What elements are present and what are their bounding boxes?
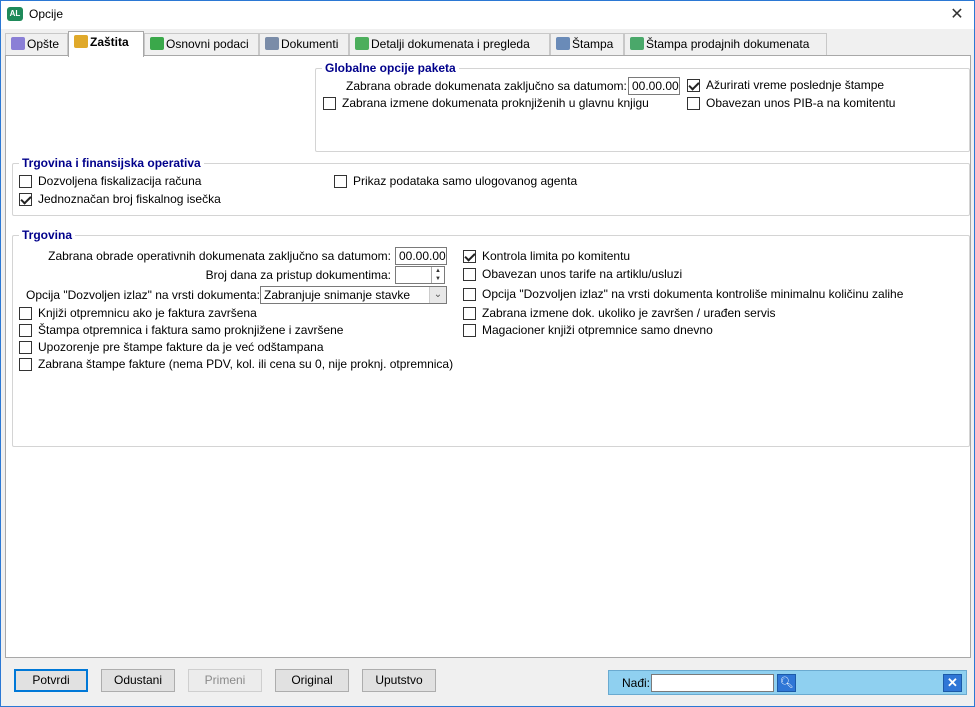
right-check-4[interactable]: Magacioner knjiži otpremnice samo dnevno: [463, 323, 713, 337]
window-title: Opcije: [29, 7, 64, 21]
checkbox-box[interactable]: [687, 96, 700, 110]
lock-icon: [74, 35, 88, 48]
checkbox-box[interactable]: [19, 306, 32, 320]
tab-label: Štampa prodajnih dokumenata: [646, 37, 810, 51]
document-list-icon: [355, 37, 369, 50]
printer-icon: [556, 37, 570, 50]
left-check-2[interactable]: Upozorenje pre štampe fakture da je već …: [19, 340, 324, 354]
lock-date-input[interactable]: 00.00.00: [628, 77, 680, 95]
exit-option-value: Zabranjuje snimanje stavke: [264, 288, 411, 302]
spin-arrows-icon[interactable]: ▲ ▼: [431, 267, 444, 283]
tab-label: Dokumenti: [281, 37, 339, 51]
find-bar: Nađi: 🔍︎ ✕: [608, 670, 967, 695]
days-access-label: Broj dana za pristup dokumentima:: [205, 268, 391, 282]
group-title-global: Globalne opcije paketa: [322, 61, 459, 75]
fiscalization-checkbox[interactable]: Dozvoljena fiskalizacija računa: [19, 174, 201, 188]
gear-icon: [11, 37, 25, 50]
checkbox-label: Ažurirati vreme poslednje štampe: [706, 78, 885, 92]
forbid-posted-edit-checkbox[interactable]: Zabrana izmene dokumenata proknjiženih u…: [323, 96, 649, 110]
op-lock-date-input[interactable]: 00.00.00: [395, 247, 447, 265]
checkbox-box[interactable]: [463, 306, 476, 320]
checkbox-label: Štampa otpremnica i faktura samo proknji…: [38, 323, 344, 337]
left-check-0[interactable]: Knjiži otpremnicu ako je faktura završen…: [19, 306, 257, 320]
tab-opste[interactable]: Opšte: [5, 33, 68, 56]
tab-stampa-prodajnih[interactable]: Štampa prodajnih dokumenata: [624, 33, 827, 56]
folders-icon: [150, 37, 164, 50]
apply-button[interactable]: Primeni: [188, 669, 262, 692]
checkbox-box[interactable]: [334, 174, 347, 188]
group-title-trade: Trgovina: [19, 228, 76, 242]
close-icon[interactable]: ✕: [943, 674, 962, 692]
checkbox-box[interactable]: [19, 340, 32, 354]
checkbox-label: Dozvoljena fiskalizacija računa: [38, 174, 202, 188]
checkbox-box[interactable]: [687, 78, 700, 92]
checkbox-label: Kontrola limita po komitentu: [482, 249, 631, 263]
checkbox-label: Obavezan unos PIB-a na komitentu: [706, 96, 896, 110]
confirm-button[interactable]: Potvrdi: [14, 669, 88, 692]
right-check-2[interactable]: Opcija "Dozvoljen izlaz" na vrsti dokume…: [463, 287, 903, 301]
close-window-icon[interactable]: ✕: [940, 1, 974, 29]
right-check-1[interactable]: Obavezan unos tarife na artiklu/usluzi: [463, 267, 682, 281]
checkbox-label: Obavezan unos tarife na artiklu/usluzi: [482, 267, 683, 281]
help-button[interactable]: Uputstvo: [362, 669, 436, 692]
exit-option-label: Opcija "Dozvoljen izlaz" na vrsti dokume…: [26, 288, 260, 302]
tab-label: Opšte: [27, 37, 60, 51]
tab-dokumenti[interactable]: Dokumenti: [259, 33, 349, 56]
checkbox-box[interactable]: [19, 174, 32, 188]
options-window: AL Opcije ✕ Opšte Zaštita Osnovni podaci…: [0, 0, 975, 707]
tab-panel-zastita: Globalne opcije paketa Zabrana obrade do…: [5, 55, 971, 658]
right-check-3[interactable]: Zabrana izmene dok. ukoliko je završen /…: [463, 306, 775, 320]
tab-detalji[interactable]: Detalji dokumenata i pregleda: [349, 33, 550, 56]
tab-label: Detalji dokumenata i pregleda: [371, 37, 530, 51]
days-access-stepper[interactable]: ▲ ▼: [395, 266, 445, 284]
checkbox-box[interactable]: [463, 287, 476, 301]
tab-label: Štampa: [572, 37, 614, 51]
exit-option-select[interactable]: Zabranjuje snimanje stavke ⌄: [260, 286, 447, 304]
checkbox-box[interactable]: [19, 357, 32, 371]
app-logo-icon: AL: [7, 7, 23, 21]
update-print-time-checkbox[interactable]: Ažurirati vreme poslednje štampe: [687, 78, 884, 92]
document-icon: [265, 37, 279, 50]
checkbox-label: Jednoznačan broj fiskalnog isečka: [38, 192, 221, 206]
group-title-finance: Trgovina i finansijska operativa: [19, 156, 204, 170]
chevron-down-icon[interactable]: ⌄: [429, 287, 446, 303]
left-check-3[interactable]: Zabrana štampe fakture (nema PDV, kol. i…: [19, 357, 453, 371]
tab-stampa[interactable]: Štampa: [550, 33, 624, 56]
tab-zastita[interactable]: Zaštita: [68, 31, 144, 57]
checkbox-box[interactable]: [463, 267, 476, 281]
checkbox-label: Zabrana štampe fakture (nema PDV, kol. i…: [38, 357, 454, 371]
checkbox-label: Prikaz podataka samo ulogovanog agenta: [353, 174, 578, 188]
right-check-0[interactable]: Kontrola limita po komitentu: [463, 249, 630, 263]
left-check-1[interactable]: Štampa otpremnica i faktura samo proknji…: [19, 323, 343, 337]
checkbox-label: Magacioner knjiži otpremnice samo dnevno: [482, 323, 713, 337]
search-icon[interactable]: 🔍︎: [777, 674, 796, 692]
title-bar: AL Opcije ✕: [1, 1, 974, 29]
op-lock-date-label: Zabrana obrade operativnih dokumenata za…: [48, 249, 391, 263]
checkbox-box[interactable]: [463, 249, 476, 263]
checkbox-label: Zabrana izmene dok. ukoliko je završen /…: [482, 306, 776, 320]
tab-strip: Opšte Zaštita Osnovni podaci Dokumenti D…: [5, 31, 965, 57]
tab-osnovni-podaci[interactable]: Osnovni podaci: [144, 33, 259, 56]
lock-date-label: Zabrana obrade dokumenata zaključno sa d…: [346, 79, 627, 93]
original-button[interactable]: Original: [275, 669, 349, 692]
cancel-button[interactable]: Odustani: [101, 669, 175, 692]
checkbox-box[interactable]: [19, 323, 32, 337]
find-label: Nađi:: [622, 676, 651, 690]
tab-label: Osnovni podaci: [166, 37, 249, 51]
checkbox-box[interactable]: [463, 323, 476, 337]
find-input[interactable]: [651, 674, 774, 692]
checkbox-label: Upozorenje pre štampe fakture da je već …: [38, 340, 324, 354]
checkbox-label: Zabrana izmene dokumenata proknjiženih u…: [342, 96, 649, 110]
group-finance: [12, 163, 970, 216]
agent-only-checkbox[interactable]: Prikaz podataka samo ulogovanog agenta: [334, 174, 577, 188]
require-pib-checkbox[interactable]: Obavezan unos PIB-a na komitentu: [687, 96, 895, 110]
checkbox-label: Opcija "Dozvoljen izlaz" na vrsti dokume…: [482, 287, 904, 301]
printer-green-icon: [630, 37, 644, 50]
tab-label: Zaštita: [90, 35, 129, 49]
checkbox-label: Knjiži otpremnicu ako je faktura završen…: [38, 306, 257, 320]
checkbox-box[interactable]: [323, 96, 336, 110]
checkbox-box[interactable]: [19, 192, 32, 206]
unique-fiscal-checkbox[interactable]: Jednoznačan broj fiskalnog isečka: [19, 192, 221, 206]
